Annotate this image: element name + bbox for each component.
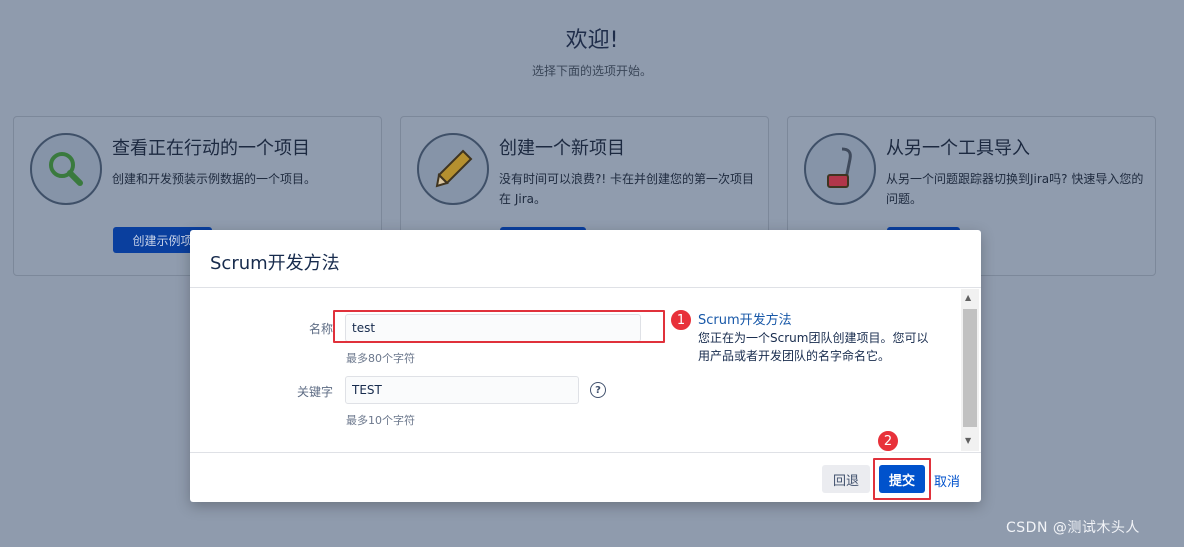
key-label: 关键字 bbox=[296, 385, 333, 399]
back-button[interactable]: 回退 bbox=[822, 465, 870, 493]
dialog-scrollbar[interactable]: ▲ ▼ bbox=[961, 289, 979, 451]
project-key-input[interactable] bbox=[345, 376, 579, 404]
dialog-title: Scrum开发方法 bbox=[210, 253, 340, 274]
cancel-link[interactable]: 取消 bbox=[934, 471, 960, 490]
key-hint: 最多10个字符 bbox=[346, 414, 415, 427]
dialog-header: Scrum开发方法 bbox=[190, 230, 981, 288]
vacuum-icon bbox=[804, 133, 876, 205]
card-title: 查看正在行动的一个项目 bbox=[112, 138, 310, 159]
scroll-up-icon[interactable]: ▲ bbox=[965, 293, 971, 302]
help-icon[interactable]: ? bbox=[590, 382, 606, 398]
scroll-down-icon[interactable]: ▼ bbox=[965, 436, 971, 445]
step-marker-1: 1 bbox=[669, 308, 693, 332]
name-label: 名称 bbox=[308, 322, 333, 336]
card-description: 没有时间可以浪费?! 卡在并创建您的第一次项目在 Jira。 bbox=[499, 172, 754, 206]
magnifier-icon bbox=[30, 133, 102, 205]
welcome-title: 欢迎! bbox=[565, 28, 619, 53]
card-description: 从另一个问题跟踪器切换到Jira吗? 快速导入您的问题。 bbox=[886, 172, 1144, 206]
scrum-project-dialog: Scrum开发方法 名称 最多80个字符 关键字 ? 最多10个字符 1 Scr… bbox=[190, 230, 981, 502]
welcome-subtitle: 选择下面的选项开始。 bbox=[531, 64, 652, 78]
card-title: 创建一个新项目 bbox=[499, 138, 625, 159]
name-hint: 最多80个字符 bbox=[346, 352, 415, 365]
step-marker-2: 2 bbox=[876, 429, 900, 453]
dialog-footer: 回退 提交 取消 bbox=[190, 452, 981, 502]
card-description: 创建和开发预装示例数据的一个项目。 bbox=[112, 172, 317, 186]
submit-highlight-box bbox=[873, 458, 931, 500]
scroll-thumb[interactable] bbox=[963, 309, 977, 427]
watermark: CSDN @测试木头人 bbox=[1006, 520, 1140, 536]
info-description: 您正在为一个Scrum团队创建项目。您可以用产品或者开发团队的名字命名它。 bbox=[698, 331, 929, 363]
card-title: 从另一个工具导入 bbox=[886, 138, 1030, 159]
dialog-body: 名称 最多80个字符 关键字 ? 最多10个字符 1 Scrum开发方法 您正在… bbox=[190, 289, 981, 452]
pencil-icon bbox=[417, 133, 489, 205]
name-highlight-box bbox=[333, 310, 665, 343]
info-title: Scrum开发方法 bbox=[698, 313, 792, 328]
